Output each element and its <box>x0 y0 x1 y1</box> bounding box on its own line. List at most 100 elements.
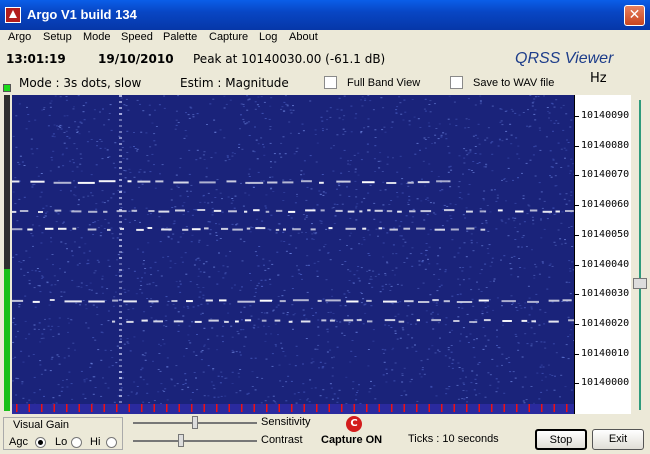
noise-speckle <box>347 315 349 317</box>
noise-speckle <box>277 274 280 276</box>
noise-speckle <box>355 196 358 198</box>
noise-speckle <box>224 395 227 397</box>
noise-speckle <box>514 239 517 240</box>
menu-palette[interactable]: Palette <box>163 31 197 43</box>
noise-speckle <box>270 97 273 99</box>
noise-speckle <box>69 160 71 162</box>
noise-speckle <box>361 243 363 245</box>
noise-speckle <box>125 105 128 107</box>
noise-speckle <box>195 377 197 379</box>
menu-argo[interactable]: Argo <box>8 31 31 43</box>
noise-speckle <box>471 298 474 300</box>
time-tick <box>66 404 68 412</box>
menu-speed[interactable]: Speed <box>121 31 153 43</box>
agc-radio[interactable] <box>35 437 46 448</box>
noise-speckle <box>522 112 525 113</box>
sensitivity-thumb[interactable] <box>192 416 198 429</box>
noise-speckle <box>71 170 74 172</box>
noise-speckle <box>411 99 414 100</box>
stop-button[interactable]: Stop <box>535 429 587 450</box>
time-ruler <box>12 404 574 414</box>
noise-speckle <box>212 368 215 370</box>
noise-speckle <box>327 341 330 343</box>
noise-speckle <box>199 201 202 203</box>
signal-trace <box>366 299 372 302</box>
noise-speckle <box>43 395 45 397</box>
noise-speckle <box>128 168 131 170</box>
noise-speckle <box>149 146 152 148</box>
noise-speckle <box>564 386 567 388</box>
menu-capture[interactable]: Capture <box>209 31 248 43</box>
close-button[interactable]: ✕ <box>624 5 645 26</box>
frequency-label: 10140070 <box>581 169 630 181</box>
noise-speckle <box>166 366 169 368</box>
time-tick <box>241 404 243 412</box>
signal-trace <box>362 227 367 230</box>
noise-speckle <box>243 306 246 308</box>
exit-button[interactable]: Exit <box>592 429 644 450</box>
app-icon[interactable] <box>5 7 21 23</box>
noise-speckle <box>162 339 164 341</box>
menu-log[interactable]: Log <box>259 31 277 43</box>
noise-speckle <box>200 351 203 353</box>
noise-speckle <box>179 280 182 282</box>
noise-speckle <box>120 387 123 389</box>
signal-trace <box>466 210 473 213</box>
signal-trace <box>267 181 278 184</box>
time-tick <box>528 404 530 412</box>
noise-speckle <box>535 302 538 304</box>
save-wav-checkbox[interactable] <box>450 76 463 89</box>
noise-speckle <box>236 223 239 225</box>
noise-speckle <box>355 394 358 396</box>
time-tick <box>153 404 155 412</box>
noise-speckle <box>56 280 59 282</box>
full-band-checkbox[interactable] <box>324 76 337 89</box>
noise-speckle <box>133 146 135 147</box>
noise-speckle <box>517 349 520 351</box>
noise-speckle <box>231 287 233 289</box>
contrast-slider[interactable] <box>133 434 257 447</box>
noise-speckle <box>347 160 350 162</box>
noise-speckle <box>468 184 471 185</box>
waterfall-display[interactable] <box>12 95 574 405</box>
menu-mode[interactable]: Mode <box>83 31 111 43</box>
slider-thumb[interactable] <box>633 278 647 289</box>
noise-speckle <box>514 227 517 228</box>
noise-speckle <box>121 147 124 148</box>
noise-speckle <box>479 153 482 155</box>
noise-speckle <box>391 369 394 371</box>
signal-trace <box>501 300 516 303</box>
noise-speckle <box>342 119 345 121</box>
noise-speckle <box>571 246 574 247</box>
noise-speckle <box>219 129 222 131</box>
noise-speckle <box>532 154 535 156</box>
noise-speckle <box>524 333 527 335</box>
noise-speckle <box>77 204 80 206</box>
menu-about[interactable]: About <box>289 31 318 43</box>
noise-speckle <box>288 243 291 245</box>
frequency-scroll-slider[interactable] <box>630 95 650 415</box>
noise-speckle <box>507 157 510 159</box>
noise-speckle <box>15 146 18 148</box>
noise-speckle <box>222 341 224 343</box>
noise-speckle <box>231 152 234 154</box>
noise-speckle <box>264 269 267 271</box>
noise-speckle <box>519 223 521 225</box>
noise-speckle <box>241 260 244 262</box>
noise-speckle <box>549 263 552 265</box>
signal-trace <box>497 209 503 212</box>
noise-speckle <box>399 337 402 339</box>
noise-speckle <box>340 172 343 174</box>
signal-trace <box>244 319 252 322</box>
noise-speckle <box>314 348 317 350</box>
hi-radio[interactable] <box>106 437 117 448</box>
contrast-thumb[interactable] <box>177 434 184 447</box>
menu-setup[interactable]: Setup <box>43 31 72 43</box>
sensitivity-slider[interactable] <box>133 416 257 429</box>
noise-speckle <box>48 304 51 306</box>
signal-column <box>119 155 122 157</box>
noise-speckle <box>70 319 73 321</box>
lo-radio[interactable] <box>71 437 82 448</box>
noise-speckle <box>38 285 41 287</box>
noise-speckle <box>486 205 489 206</box>
